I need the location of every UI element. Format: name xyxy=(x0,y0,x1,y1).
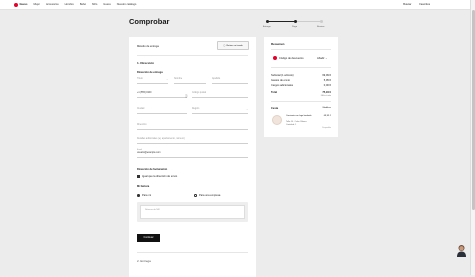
favorites-link[interactable]: Favoritos xyxy=(419,3,430,6)
logo-icon xyxy=(14,2,18,7)
chevron-down-icon: ⌄ xyxy=(166,79,168,81)
first-name-field[interactable]: Nombre xyxy=(174,78,206,84)
nav-item-kids[interactable]: Niño xyxy=(92,3,97,6)
divider xyxy=(271,101,331,102)
cart-edit-link[interactable]: Modificar xyxy=(323,107,331,109)
step-label-payment: Pago xyxy=(291,26,298,28)
billing-same-checkbox[interactable] xyxy=(137,175,140,178)
checkout-form-panel: Método de entrega ▢ Retirar en tienda 1.… xyxy=(129,37,256,277)
summary-row-label: Gastos de envío xyxy=(271,79,290,82)
city-field[interactable]: Ciudad xyxy=(137,108,187,114)
region-select[interactable]: Región ⌄ xyxy=(192,108,248,114)
delivery-method-label: Método de entrega xyxy=(137,45,159,48)
store-pickup-button[interactable]: ▢ Retirar en tienda xyxy=(217,41,249,50)
step-dot-review xyxy=(320,20,323,23)
promo-add-link[interactable]: Añadir ⌄ xyxy=(317,57,327,60)
promo-label: Código de descuento xyxy=(279,57,304,60)
step-label-review: Revisar xyxy=(317,26,325,28)
summary-row-value: 5,95 € xyxy=(323,79,331,82)
divider xyxy=(137,55,248,56)
email-field[interactable]: usuario@example.com xyxy=(137,152,248,158)
summary-row-value: 69,99 € xyxy=(322,74,331,77)
chevron-down-icon: ⌄ xyxy=(325,57,328,60)
store-icon: ▢ xyxy=(223,45,226,47)
address-field[interactable]: Dirección xyxy=(137,124,248,130)
email-label: Email xyxy=(137,149,143,151)
invoice-personal-radio[interactable] xyxy=(137,194,140,197)
nav-item-baby[interactable]: Bebé xyxy=(80,3,86,6)
cart-heading: Cesta xyxy=(271,107,279,110)
order-summary-panel: Resumen Código de descuento Añadir ⌄ Sub… xyxy=(264,37,338,137)
postal-code-field[interactable]: Código postal xyxy=(192,92,248,98)
title-select[interactable]: Título ⌄ xyxy=(137,78,168,84)
delivery-address-heading: Dirección de entrega xyxy=(137,71,163,74)
product-quantity: Cantidad: 1 xyxy=(286,124,297,126)
billing-heading: Dirección de facturación xyxy=(137,168,168,171)
info-icon[interactable]: ⓘ xyxy=(185,94,188,98)
page-scrollbar[interactable] xyxy=(470,0,475,275)
summary-row-label: Cargos adicionales xyxy=(271,84,294,87)
step-dot-payment xyxy=(294,20,297,23)
nav-item-accessories[interactable]: Accesorios xyxy=(46,3,59,6)
divider xyxy=(137,252,248,253)
invoice-company-label: Para una empresa xyxy=(199,194,221,197)
search-link[interactable]: Buscar xyxy=(403,3,411,6)
product-availability: Disponible xyxy=(322,127,331,129)
checkout-stepper: Entrega Pago Revisar xyxy=(262,20,330,32)
top-navigation: Guess Mujer Accesorios Hombre Bebé Niño … xyxy=(0,0,470,10)
divider xyxy=(271,67,331,68)
summary-row-label: Subtotal (1 artículo) xyxy=(271,74,294,77)
step-label-delivery: Entrega xyxy=(262,26,271,28)
chat-assistant-avatar[interactable] xyxy=(456,244,467,257)
chevron-down-icon: ⌄ xyxy=(246,109,248,111)
nav-item-men[interactable]: Hombre xyxy=(65,3,74,6)
step-dot-delivery xyxy=(266,20,269,23)
total-note: IVA incluido xyxy=(320,95,331,97)
stepper-progress xyxy=(267,21,295,22)
summary-title: Resumen xyxy=(271,42,285,46)
brand-logo[interactable]: Guess xyxy=(14,2,28,7)
nav-item-guess[interactable]: Guess xyxy=(103,3,111,6)
nav-item-catalog[interactable]: Nuestro catálogo xyxy=(117,3,137,6)
section-address-title: 1. Dirección xyxy=(137,61,155,65)
divider xyxy=(271,49,331,50)
product-details: Talla: M · Color: Blanco xyxy=(286,121,307,123)
summary-row-value: 0,00 € xyxy=(323,84,331,87)
invoice-company-radio[interactable] xyxy=(194,194,197,197)
invoice-heading: Mi factura xyxy=(137,185,150,188)
page-title: Comprobar xyxy=(129,17,170,26)
promo-icon xyxy=(273,56,277,60)
total-label: Total xyxy=(271,91,278,94)
nav-item-women[interactable]: Mujer xyxy=(33,3,40,6)
invoice-personal-label: Para mí xyxy=(142,194,152,197)
phone-field[interactable]: +1 (555) 0100 xyxy=(137,92,187,98)
last-name-field[interactable]: Apellido xyxy=(212,78,248,84)
product-price: 69,99 € xyxy=(323,115,331,117)
store-pickup-label: Retirar en tienda xyxy=(226,44,243,47)
brand-name: Guess xyxy=(19,3,28,6)
continue-button[interactable]: Continuar xyxy=(137,234,160,242)
product-thumbnail[interactable] xyxy=(272,115,282,125)
address-extra-field[interactable]: Detalles adicionales (ej. apartamento, n… xyxy=(137,138,248,144)
total-value: 75,94 € xyxy=(322,91,331,94)
tax-id-input[interactable]: Número de NIF xyxy=(140,205,245,219)
tax-id-box: Número de NIF xyxy=(137,202,248,222)
section-delivery-title[interactable]: 2. Entrega xyxy=(137,259,151,263)
billing-same-label: Igual que la dirección de envío xyxy=(142,175,178,178)
product-name[interactable]: Camiseta con logo bordado xyxy=(286,115,312,118)
